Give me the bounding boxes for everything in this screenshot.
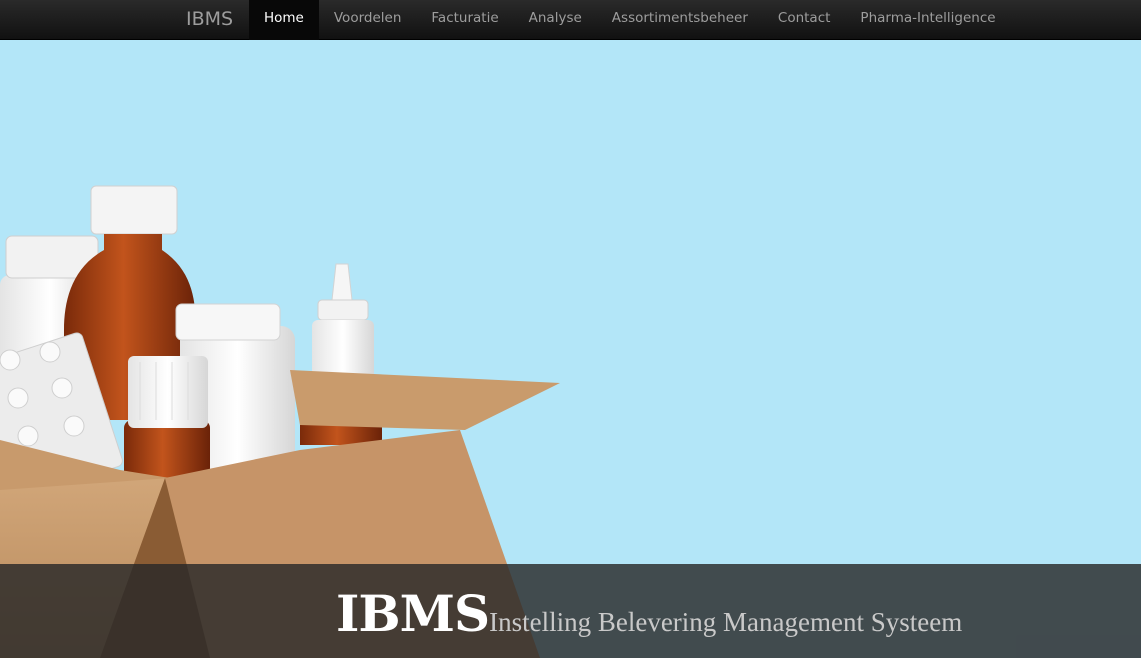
top-navbar: IBMS Home Voordelen Facturatie Analyse A… xyxy=(0,0,1141,40)
nav-item-analyse: Analyse xyxy=(514,0,597,40)
nav-item-home: Home xyxy=(249,0,319,40)
caption-subtitle: Instelling Belevering Management Systeem xyxy=(489,607,963,637)
nav-link-assortimentsbeheer[interactable]: Assortimentsbeheer xyxy=(597,0,763,40)
nav-item-assortimentsbeheer: Assortimentsbeheer xyxy=(597,0,763,40)
nav-link-pharma-intelligence[interactable]: Pharma-Intelligence xyxy=(845,0,1010,40)
nav-link-home[interactable]: Home xyxy=(249,0,319,40)
caption-text-group: IBMSInstelling Belevering Management Sys… xyxy=(336,584,962,643)
brand-link[interactable]: IBMS xyxy=(186,0,233,40)
nav-item-voordelen: Voordelen xyxy=(319,0,417,40)
nav-link-analyse[interactable]: Analyse xyxy=(514,0,597,40)
small-amber-bottle xyxy=(124,356,210,480)
nav-link-contact[interactable]: Contact xyxy=(763,0,846,40)
hero-caption: IBMSInstelling Belevering Management Sys… xyxy=(0,564,1141,658)
nav-item-contact: Contact xyxy=(763,0,846,40)
nav-item-pharma-intelligence: Pharma-Intelligence xyxy=(845,0,1010,40)
main-nav: Home Voordelen Facturatie Analyse Assort… xyxy=(249,0,1011,40)
nav-link-voordelen[interactable]: Voordelen xyxy=(319,0,417,40)
nav-item-facturatie: Facturatie xyxy=(416,0,513,40)
nav-link-facturatie[interactable]: Facturatie xyxy=(416,0,513,40)
caption-title: IBMS xyxy=(336,584,490,643)
